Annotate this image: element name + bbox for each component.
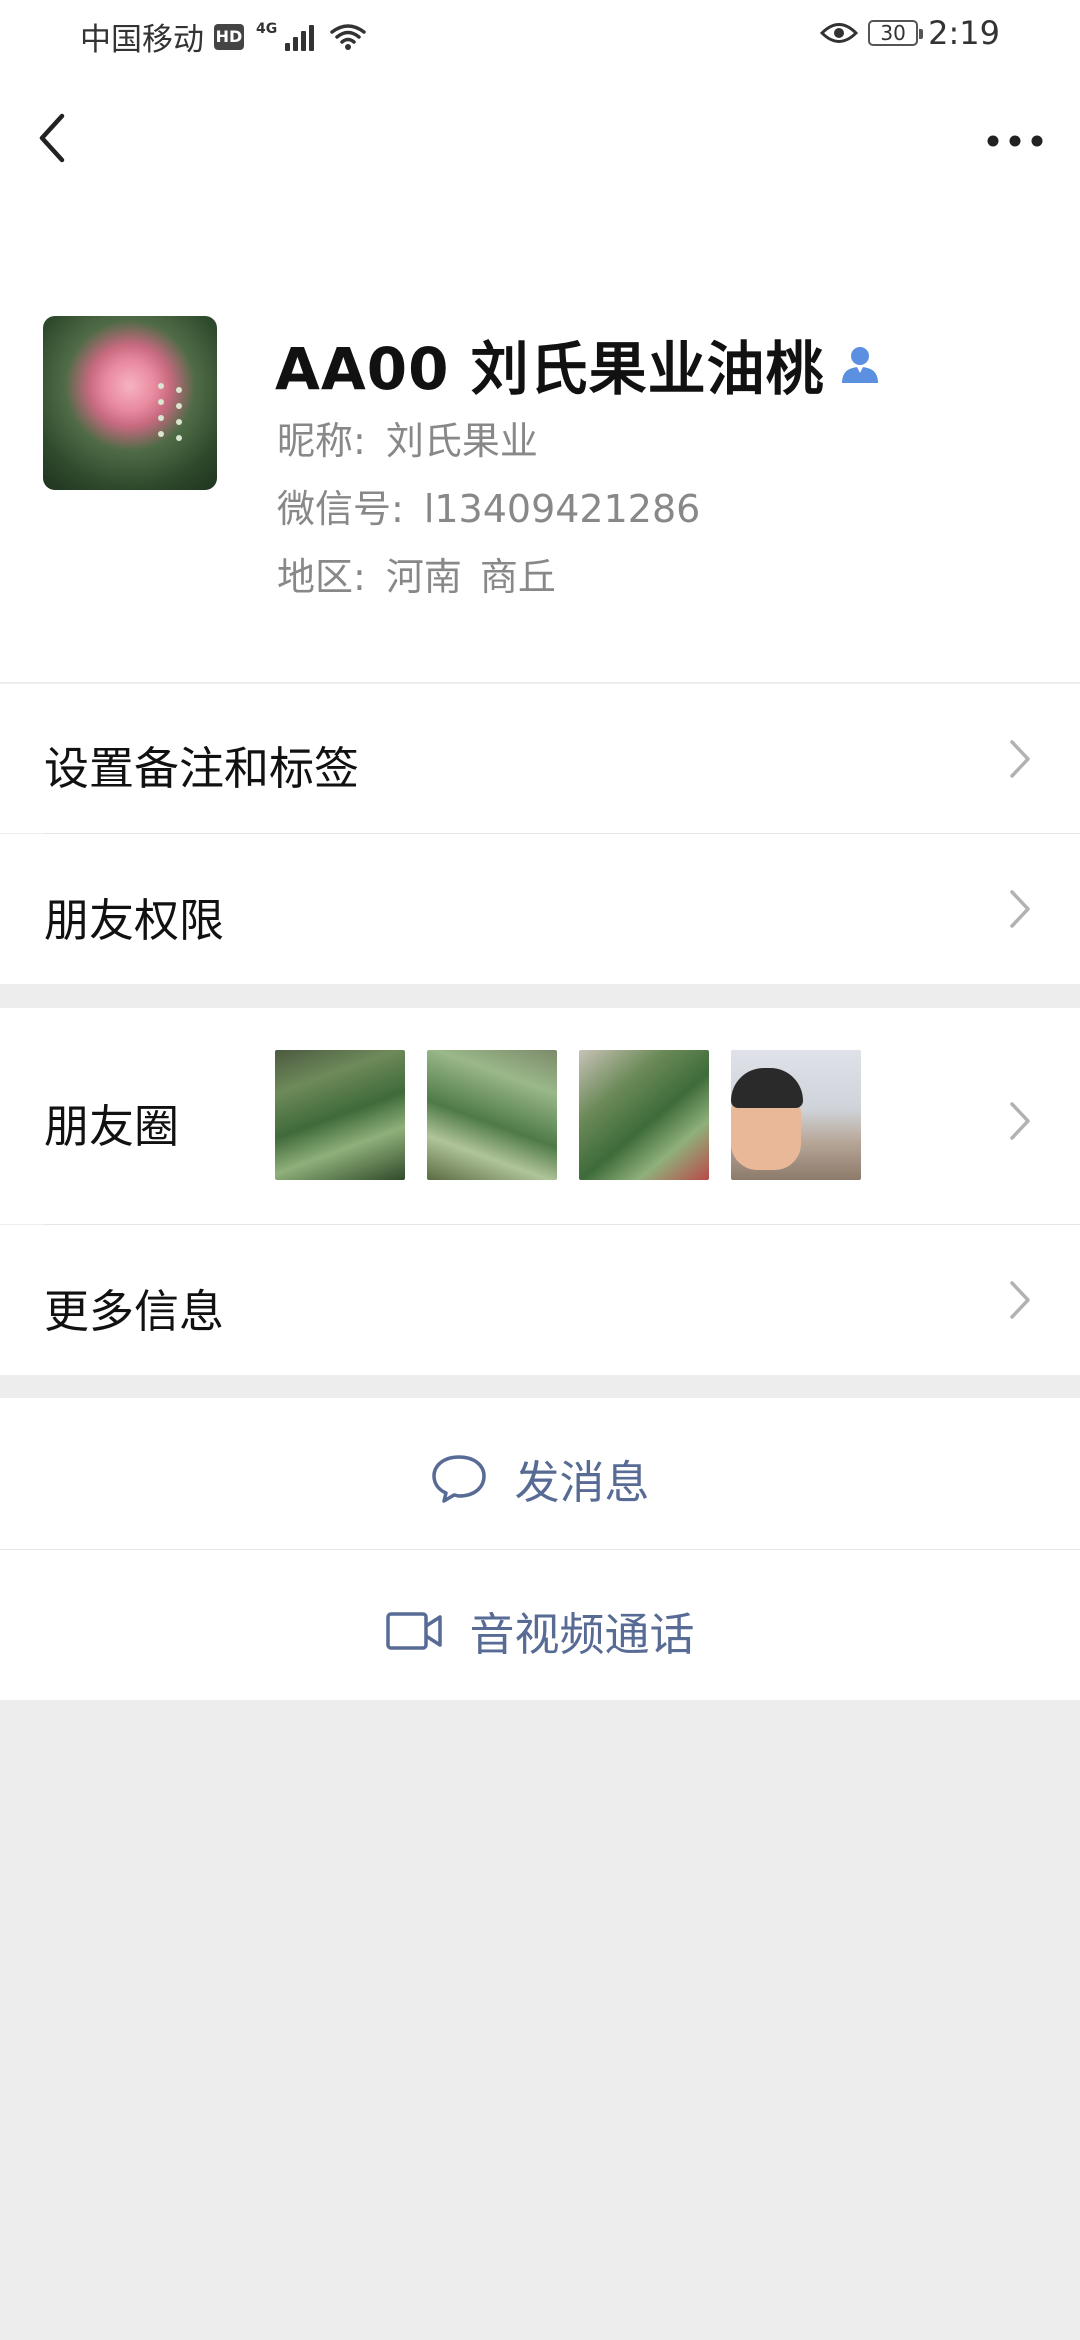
avatar[interactable] [43,316,217,490]
remark-tags-row[interactable]: 设置备注和标签 [0,684,1080,833]
region-province: 河南 [385,555,462,599]
nav-bar [0,72,1080,202]
chevron-right-icon [1010,1102,1030,1140]
avatar-watermark [158,383,182,441]
moments-thumbnail [731,1050,861,1180]
name-row: AA00 刘氏果业油桃 [275,322,881,406]
chevron-right-icon [1010,740,1030,778]
remark-tags-label: 设置备注和标签 [44,742,360,795]
network-type: 4G [256,20,278,37]
clock: 2:19 [928,14,1000,52]
nickname-label: 昵称: [277,419,366,463]
wechat-id-label: 微信号: [277,487,404,531]
send-message-label: 发消息 [514,1456,650,1509]
display-name: AA00 刘氏果业油桃 [275,335,825,403]
video-call-content: 音视频通话 [0,1598,1080,1663]
carrier-label: 中国移动 [80,22,204,58]
back-icon[interactable] [30,108,80,168]
chevron-right-icon [1010,1281,1030,1319]
chevron-right-icon [1010,890,1030,928]
moments-thumbnail [427,1050,557,1180]
signal-icon [285,23,315,51]
moments-thumbnails [275,1050,861,1180]
wechat-id-line: 微信号: l13409421286 [277,478,700,533]
chat-bubble-icon [432,1454,487,1503]
moments-thumbnail [275,1050,405,1180]
eye-icon [820,23,859,43]
video-call-label: 音视频通话 [469,1608,695,1661]
region-line: 地区: 河南 商丘 [277,546,556,601]
more-info-label: 更多信息 [44,1285,225,1338]
battery-icon: 30 [868,20,924,46]
region-city: 商丘 [479,555,556,599]
nickname-value: 刘氏果业 [385,419,538,463]
region-label: 地区: [277,555,366,599]
moments-label: 朋友圈 [44,1100,180,1153]
contact-profile-screen: 中国移动 HD 4G 30 2:19 AA00 刘氏果业油桃 昵称: 刘氏果业 … [0,0,1080,2340]
nickname-line: 昵称: 刘氏果业 [277,410,538,465]
send-message-content: 发消息 [0,1446,1080,1511]
moments-row[interactable]: 朋友圈 [0,1008,1080,1224]
person-icon [841,347,878,383]
more-info-row[interactable]: 更多信息 [0,1225,1080,1375]
wechat-id-value[interactable]: l13409421286 [424,487,701,531]
profile-header: AA00 刘氏果业油桃 昵称: 刘氏果业 微信号: l13409421286 地区:… [0,202,1080,682]
status-bar: 中国移动 HD 4G 30 2:19 [0,0,1080,72]
video-camera-icon [386,1611,443,1650]
wifi-icon [330,23,366,50]
child-hair [731,1068,803,1108]
friend-permissions-row[interactable]: 朋友权限 [0,834,1080,984]
video-call-button[interactable]: 音视频通话 [0,1550,1080,1700]
more-icon[interactable] [980,116,1050,166]
status-right: 30 2:19 [820,14,1000,52]
hd-badge: HD [214,23,244,50]
status-left: 中国移动 HD 4G [80,14,368,59]
friend-permissions-label: 朋友权限 [44,894,225,947]
moments-thumbnail [579,1050,709,1180]
send-message-button[interactable]: 发消息 [0,1398,1080,1549]
